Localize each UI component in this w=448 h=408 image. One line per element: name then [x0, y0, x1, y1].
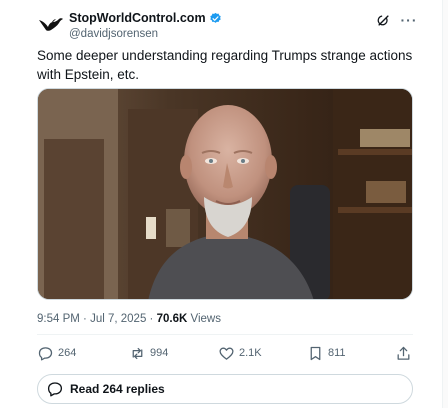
share-button[interactable] — [395, 341, 412, 365]
display-name[interactable]: StopWorldControl.com — [69, 10, 206, 26]
meta-separator: · — [149, 313, 154, 325]
header-actions: ··· — [375, 12, 417, 28]
reply-icon — [38, 346, 53, 361]
bookmark-icon — [310, 346, 321, 360]
reply-bubble-icon — [47, 382, 63, 397]
divider — [37, 334, 413, 335]
side-panel-edge — [442, 0, 448, 408]
video-thumbnail — [38, 89, 412, 299]
grok-icon[interactable] — [375, 12, 391, 28]
video-player[interactable] — [37, 88, 413, 300]
reply-button[interactable]: 264 — [37, 341, 76, 365]
eagle-logo — [39, 18, 63, 31]
avatar[interactable] — [37, 12, 65, 40]
tweet-meta: 9:54 PM · Jul 7, 2025 · 70.6K Views — [37, 311, 221, 327]
reply-count: 264 — [58, 347, 77, 359]
handle[interactable]: @davidjsorensen — [69, 27, 222, 42]
share-icon — [397, 346, 410, 360]
bookmark-count: 811 — [328, 347, 346, 359]
meta-separator: · — [83, 313, 87, 325]
tweet-time[interactable]: 9:54 PM — [37, 313, 80, 325]
read-replies-button[interactable]: Read 264 replies — [37, 374, 413, 404]
like-button[interactable]: 2.1K — [218, 341, 262, 365]
verified-badge-icon — [209, 12, 222, 25]
repost-count: 994 — [150, 347, 169, 359]
tweet-date[interactable]: Jul 7, 2025 — [90, 313, 146, 325]
repost-button[interactable]: 994 — [129, 341, 168, 365]
like-count: 2.1K — [239, 347, 262, 359]
tweet-text: Some deeper understanding regarding Trum… — [37, 48, 413, 82]
heart-icon — [219, 347, 234, 360]
tweet-header: StopWorldControl.com @davidjsorensen ··· — [37, 10, 417, 42]
views-count: 70.6K — [156, 313, 188, 325]
views-label: Views — [190, 313, 221, 325]
author-info: StopWorldControl.com @davidjsorensen — [69, 10, 222, 42]
read-replies-label: Read 264 replies — [70, 382, 165, 396]
more-dots-icon[interactable]: ··· — [401, 12, 417, 28]
action-bar: 264 994 2.1K 811 — [37, 341, 413, 365]
bookmark-button[interactable]: 811 — [307, 341, 346, 365]
tweet-card: StopWorldControl.com @davidjsorensen ··· — [0, 0, 448, 408]
repost-icon — [132, 347, 143, 359]
